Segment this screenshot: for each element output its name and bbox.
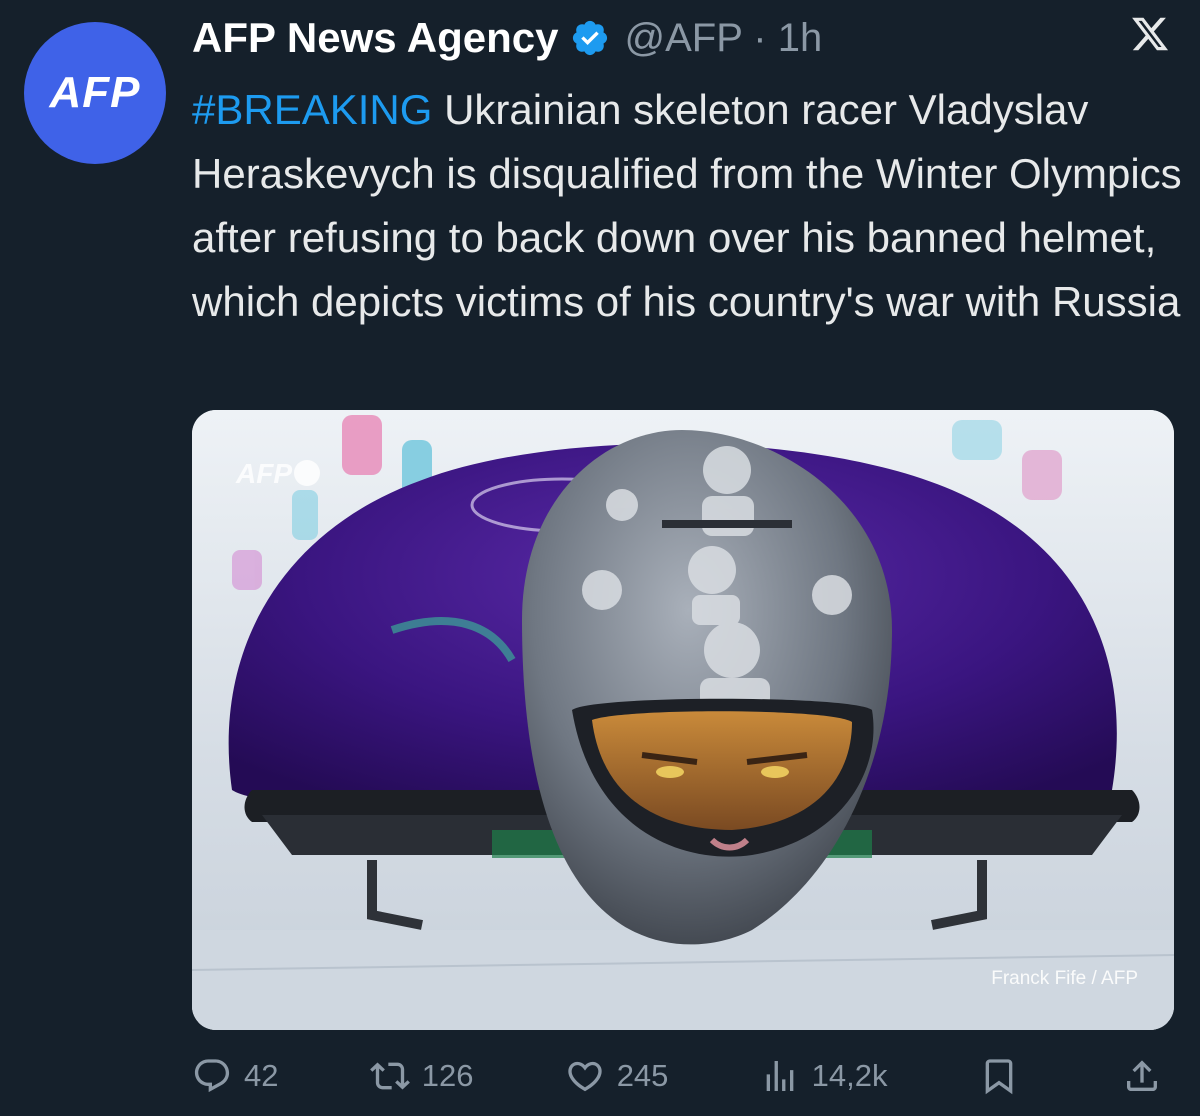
photo-credit: Franck Fife / AFP	[991, 968, 1138, 989]
avatar-text: AFP	[49, 68, 141, 117]
reply-icon	[194, 1059, 230, 1093]
like-count: 245	[616, 1058, 669, 1093]
reply-count: 42	[244, 1058, 279, 1093]
skeleton-racer-photo	[192, 410, 1174, 1030]
hashtag-link[interactable]: #BREAKING	[192, 86, 432, 133]
views-count: 14,2k	[811, 1058, 888, 1093]
like-button[interactable]: 245	[565, 1056, 669, 1096]
avatar[interactable]: AFP	[24, 22, 166, 164]
verified-badge-icon	[573, 20, 608, 56]
tweet-text: #BREAKING Ukrainian skeleton racer Vlady…	[192, 78, 1182, 334]
action-bar: 42 126 245 14,2k	[192, 1056, 1174, 1096]
views-button[interactable]: 14,2k	[760, 1056, 888, 1096]
tweet-header: AFP News Agency @AFP · 1h	[192, 14, 822, 62]
author-handle-time[interactable]: @AFP · 1h	[624, 16, 822, 61]
watermark-dot-icon	[294, 460, 320, 486]
views-icon	[766, 1061, 793, 1091]
bookmark-button[interactable]	[979, 1056, 1031, 1096]
retweet-button[interactable]: 126	[369, 1056, 474, 1096]
retweet-icon	[369, 1062, 410, 1090]
bookmark-icon	[985, 1059, 1013, 1095]
watermark-text: AFP	[236, 458, 292, 489]
author-name[interactable]: AFP News Agency	[192, 14, 558, 62]
retweet-count: 126	[421, 1058, 474, 1093]
photo-watermark: AFP	[236, 458, 320, 490]
x-logo-icon[interactable]	[1130, 14, 1170, 54]
heart-icon	[568, 1061, 602, 1092]
reply-button[interactable]: 42	[192, 1056, 278, 1096]
share-button[interactable]	[1122, 1056, 1174, 1096]
tweet-photo[interactable]: AFP Franck Fife / AFP	[192, 410, 1174, 1030]
share-icon	[1126, 1060, 1157, 1091]
